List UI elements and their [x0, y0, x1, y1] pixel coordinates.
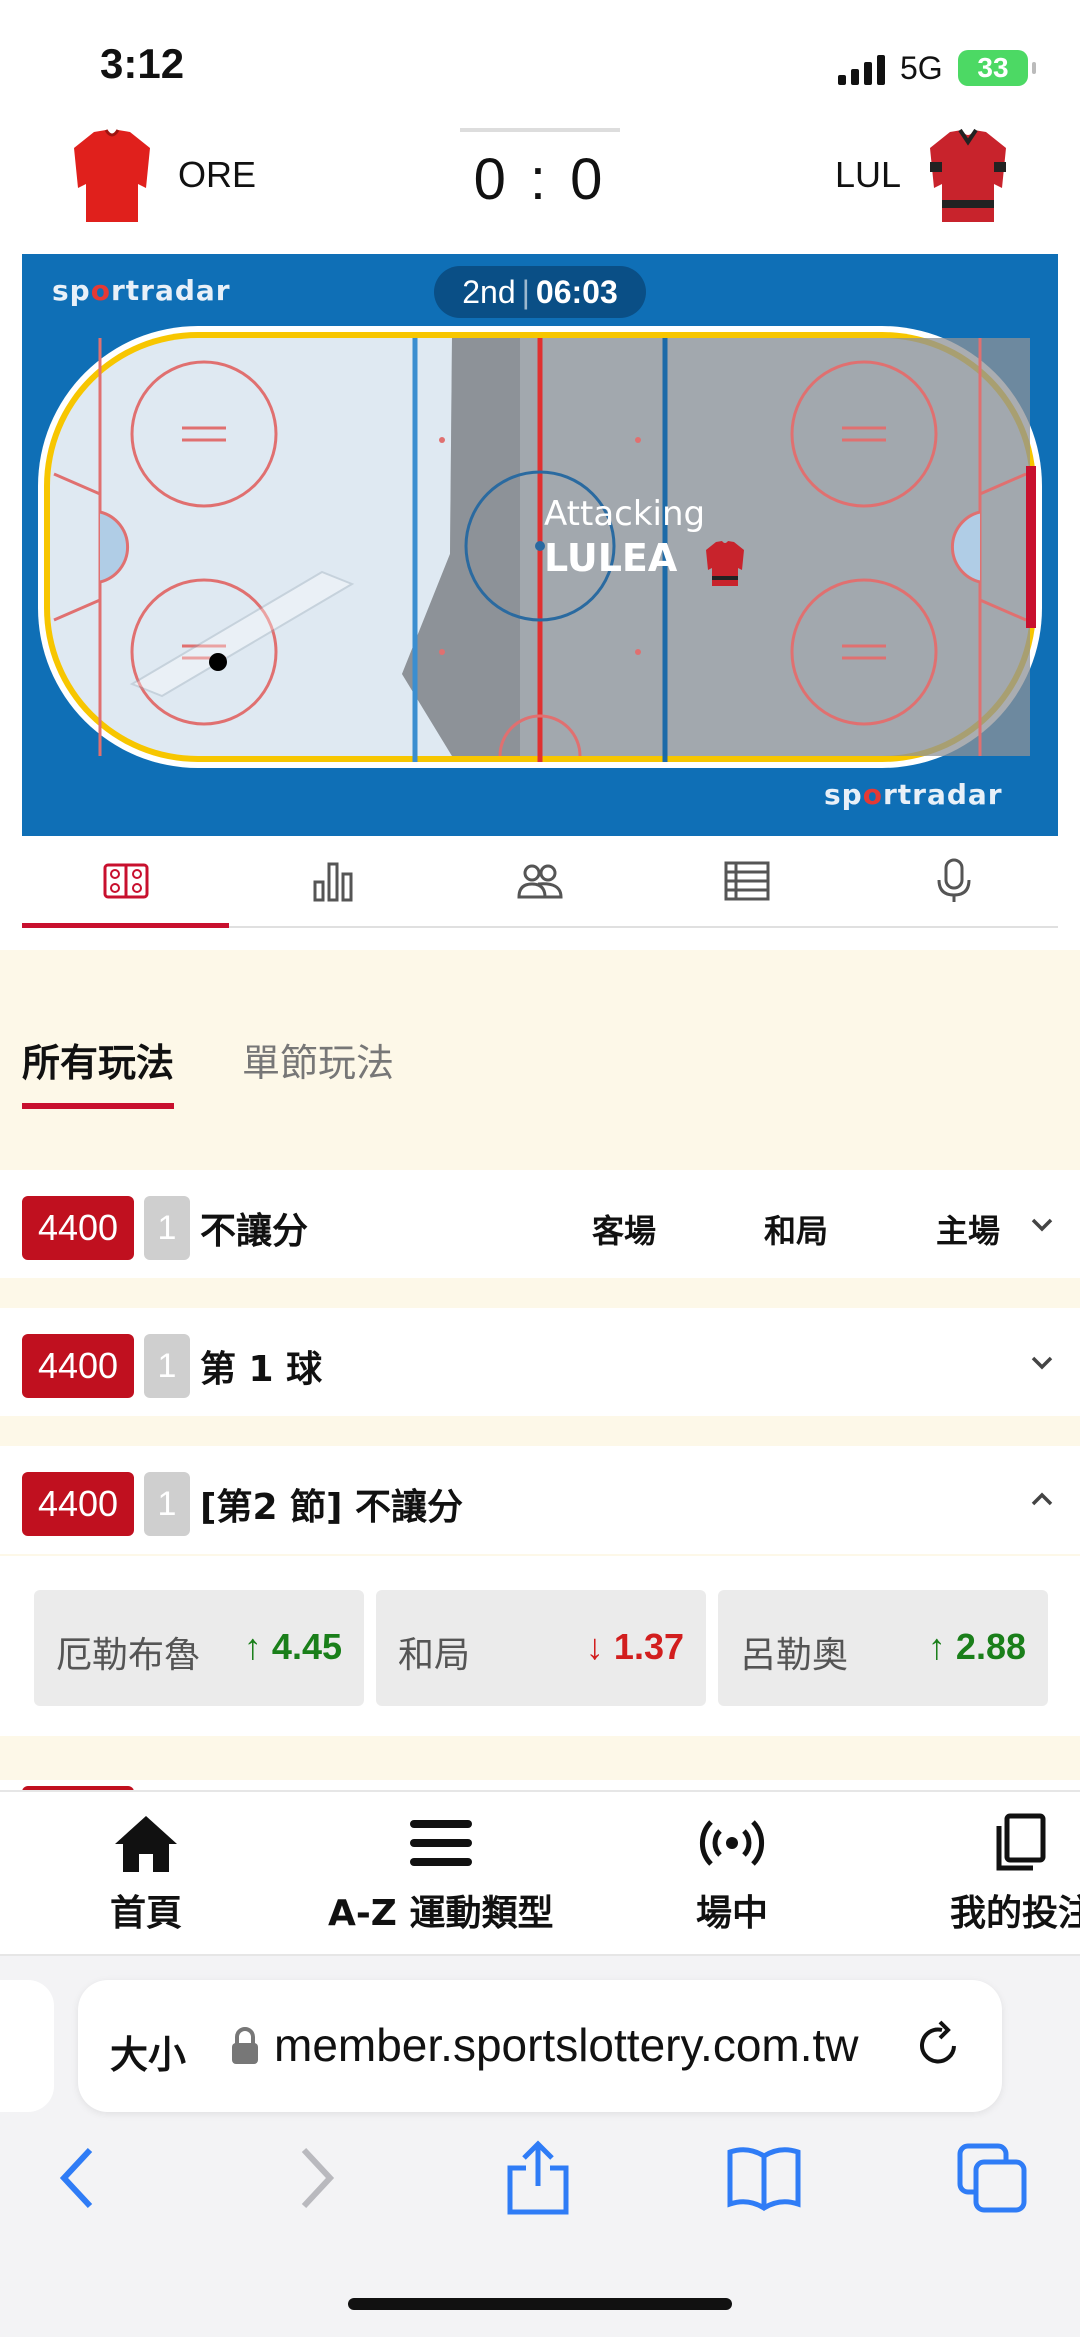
- tab-all-bets[interactable]: 所有玩法: [22, 1032, 175, 1109]
- market-count: 1: [144, 1334, 190, 1398]
- cellular-signal-icon: [838, 55, 885, 85]
- odds-value: ↓ 1.37: [585, 1626, 684, 1667]
- away-team-name: LUL: [835, 154, 902, 195]
- odds-selection: 呂勒奧: [740, 1635, 849, 1676]
- chevron-down-icon[interactable]: [1028, 1348, 1056, 1376]
- url-text: member.sportslottery.com.tw: [274, 2019, 859, 2071]
- odds-down-arrow-icon: ↓: [585, 1626, 604, 1667]
- menu-icon: [409, 1820, 472, 1866]
- network-type: 5G: [900, 50, 943, 86]
- market-code: 4400: [22, 1334, 134, 1398]
- odds-selection: 厄勒布魯: [56, 1635, 201, 1676]
- tab-standings[interactable]: [644, 836, 851, 926]
- odds-button-away[interactable]: 呂勒奧 ↑ 2.88: [718, 1590, 1048, 1706]
- odds-selection: 和局: [398, 1635, 471, 1676]
- bet-type-tabs: 所有玩法 單節玩法: [22, 1032, 462, 1109]
- share-icon[interactable]: [500, 2140, 576, 2216]
- tracker-tabs: [22, 836, 1058, 928]
- odds-value: ↑ 4.45: [243, 1626, 342, 1667]
- tab-rink[interactable]: [22, 836, 230, 928]
- market-row[interactable]: 4400 1 不讓分 客場 和局 主場: [0, 1170, 1080, 1278]
- forward-icon[interactable]: [276, 2140, 352, 2216]
- live-icon: [699, 1820, 765, 1866]
- nav-home[interactable]: 首頁: [110, 1812, 182, 1936]
- market-row[interactable]: 4400 1 [第2 節] 不讓分: [0, 1446, 1080, 1554]
- home-icon: [115, 1816, 177, 1872]
- back-icon[interactable]: [42, 2140, 118, 2216]
- market-row[interactable]: 4400 1 第 1 球: [0, 1308, 1080, 1416]
- odds-up-arrow-icon: ↑: [243, 1626, 262, 1667]
- nav-sports-az[interactable]: A-Z 運動類型: [328, 1812, 553, 1936]
- home-team-name: ORE: [178, 154, 257, 195]
- documents-icon: [996, 1813, 1046, 1871]
- match-score: 0 : 0: [473, 147, 607, 212]
- address-bar[interactable]: 大小 member.sportslottery.com.tw: [78, 1980, 1002, 2112]
- tabs-icon[interactable]: [954, 2140, 1030, 2216]
- sportradar-logo: sportradar: [52, 274, 231, 307]
- nav-label: 首頁: [110, 1893, 183, 1934]
- period-clock: 2nd | 06:03: [434, 266, 646, 318]
- attacking-label: Attacking: [544, 494, 706, 534]
- attacking-team: LULEA: [544, 536, 678, 580]
- reload-icon[interactable]: [912, 2020, 964, 2072]
- hockey-rink: [38, 326, 1042, 768]
- tab-period-bets[interactable]: 單節玩法: [242, 1032, 394, 1109]
- rink-icon: [103, 863, 149, 899]
- odds-up-arrow-icon: ↑: [927, 1626, 946, 1667]
- bottom-navigation: 首頁 A-Z 運動類型 場中 我的投注: [0, 1790, 1080, 1956]
- match-tracker: sportradar sportradar 2nd | 06:03 Attackin…: [22, 254, 1058, 836]
- odds-value: ↑ 2.88: [927, 1626, 1026, 1667]
- column-draw: 和局: [764, 1212, 829, 1250]
- odds-button-home[interactable]: 厄勒布魯 ↑ 4.45: [34, 1590, 364, 1706]
- odds-button-draw[interactable]: 和局 ↓ 1.37: [376, 1590, 706, 1706]
- browser-chrome: 大小 member.sportslottery.com.tw: [0, 1956, 1080, 2337]
- column-away: 客場: [592, 1212, 657, 1250]
- table-list-icon: [724, 861, 770, 901]
- market-title: 第 1 球: [200, 1349, 323, 1390]
- market-code: 4400: [22, 1472, 134, 1536]
- market-code: 4400: [22, 1196, 134, 1260]
- nav-label: 場中: [696, 1893, 769, 1934]
- tab-statistics[interactable]: [229, 836, 436, 926]
- chevron-up-icon[interactable]: [1028, 1486, 1056, 1514]
- bookmarks-icon[interactable]: [726, 2140, 802, 2216]
- status-bar: 3:12 5G 33: [0, 0, 1080, 120]
- score-divider: [460, 128, 620, 132]
- microphone-icon: [937, 858, 971, 902]
- home-jersey-icon: [74, 129, 150, 222]
- away-jersey-icon: [930, 128, 1006, 222]
- period-label: 2nd: [462, 274, 516, 310]
- game-clock: 06:03: [535, 274, 618, 310]
- market-title: 不讓分: [200, 1211, 309, 1252]
- tab-lineups[interactable]: [436, 836, 643, 926]
- lock-icon: [232, 2027, 258, 2064]
- market-count: 1: [144, 1472, 190, 1536]
- lineup-icon: [517, 864, 563, 899]
- attacking-indicator: Attacking LULEA: [544, 494, 705, 580]
- score-header: ORE 0 : 0 LUL: [0, 120, 1080, 250]
- home-indicator: [348, 2298, 732, 2310]
- chevron-down-icon[interactable]: [1028, 1210, 1056, 1238]
- stats-chart-icon: [313, 862, 353, 902]
- market-row-peek: [0, 1780, 1080, 1794]
- nav-label: A-Z 運動類型: [328, 1893, 554, 1934]
- nav-my-bets[interactable]: 我的投注: [950, 1812, 1080, 1936]
- odds-panel: 厄勒布魯 ↑ 4.45 和局 ↓ 1.37 呂勒奧 ↑ 2.88: [0, 1556, 1080, 1736]
- sportradar-logo-bottom: sportradar: [824, 778, 1003, 811]
- battery-indicator: 33: [958, 50, 1036, 86]
- nav-live[interactable]: 場中: [696, 1812, 768, 1936]
- text-size-button[interactable]: 大小: [110, 2024, 186, 2079]
- previous-tab-preview[interactable]: [0, 1980, 54, 2112]
- tab-commentary[interactable]: [851, 836, 1058, 926]
- nav-label: 我的投注: [950, 1893, 1080, 1934]
- clock-separator: |: [521, 274, 530, 310]
- status-time: 3:12: [100, 40, 185, 87]
- column-home: 主場: [936, 1212, 1001, 1250]
- market-title: [第2 節] 不讓分: [200, 1487, 464, 1528]
- market-count: 1: [144, 1196, 190, 1260]
